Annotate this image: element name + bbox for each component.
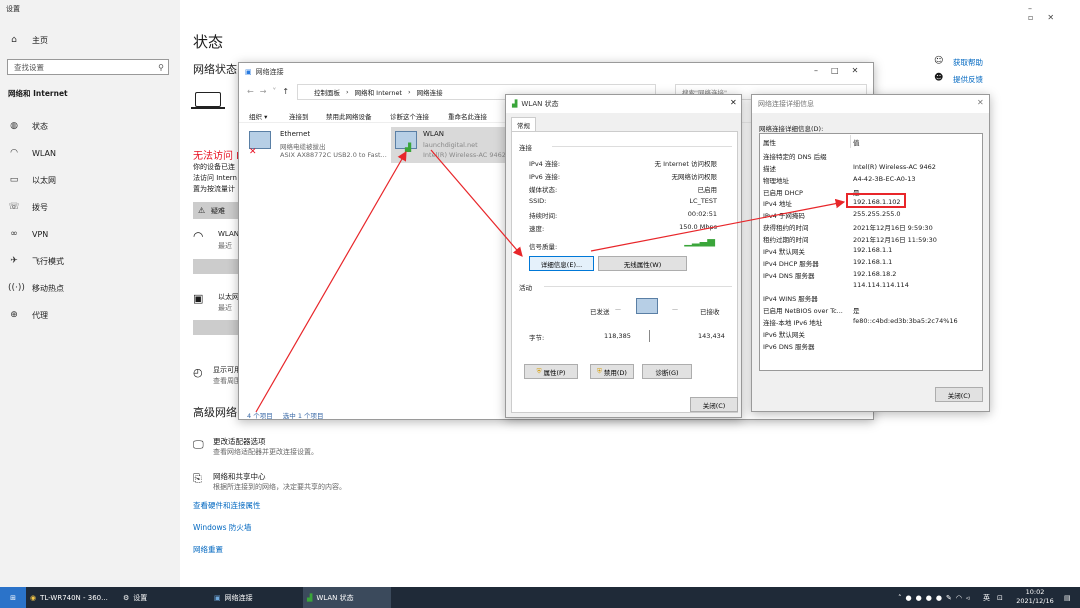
volume-icon[interactable]: ◃ [966,594,974,602]
taskbar-item-browser[interactable]: ◉ TL-WR740N - 360... [30,587,118,608]
windows-icon: ⊞ [10,593,16,602]
start-button[interactable]: ⊞ [0,587,26,608]
pen-icon[interactable]: ✎ [946,594,956,602]
tray-app-icon[interactable]: ● [926,594,936,602]
annotation-arrows [255,149,846,413]
gear-icon: ⚙ [123,593,130,602]
clock-time: 10:02 [1025,588,1045,596]
ime-indicator[interactable]: 英 [983,587,990,608]
taskbar: ⊞ ◉ TL-WR740N - 360... ⚙ 设置 ▣ 网络连接 ▟ WLAN 状态… [0,587,1080,608]
arrow-to-wlan-adapter [255,150,407,413]
notification-icon[interactable]: ▤ [1064,587,1071,608]
tray-app-icon[interactable]: ● [906,594,916,602]
chevron-up-icon[interactable]: ˄ [898,594,906,602]
arrow-to-details-button [430,149,523,257]
taskbar-item-wlan-status[interactable]: ▟ WLAN 状态 [303,587,391,608]
signal-icon: ▟ [307,593,313,602]
clock[interactable]: 10:02 2021/12/16 [1012,588,1058,606]
clock-date: 2021/12/16 [1016,597,1054,605]
taskbar-item-netconn[interactable]: ▣ 网络连接 [214,587,300,608]
taskbar-item-settings[interactable]: ⚙ 设置 [123,587,203,608]
system-tray[interactable]: ˄ ● ● ● ● ✎ ◠ ◃ [898,587,973,608]
arrow-to-ipv4-address [590,198,846,252]
keyboard-icon[interactable]: ⊡ [997,587,1003,608]
tray-app-icon[interactable]: ● [936,594,946,602]
browser-icon: ◉ [30,593,37,602]
network-icon: ▣ [214,593,221,602]
tray-wifi-icon[interactable]: ◠ [956,594,966,602]
tray-app-icon[interactable]: ● [916,594,926,602]
